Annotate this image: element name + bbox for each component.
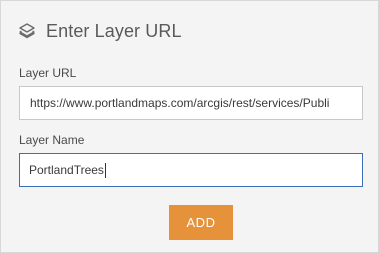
layer-name-value: PortlandTrees bbox=[29, 163, 104, 177]
layer-url-input[interactable]: https://www.portlandmaps.com/arcgis/rest… bbox=[19, 86, 363, 120]
layer-name-input[interactable]: PortlandTrees bbox=[19, 153, 363, 187]
panel-title: Enter Layer URL bbox=[46, 20, 182, 41]
panel-header: Enter Layer URL bbox=[18, 19, 182, 43]
text-caret bbox=[104, 163, 106, 179]
add-layer-panel: Enter Layer URL Layer URL https://www.po… bbox=[0, 0, 379, 253]
layer-url-value: https://www.portlandmaps.com/arcgis/rest… bbox=[30, 96, 330, 110]
layer-url-label: Layer URL bbox=[19, 66, 77, 80]
layers-icon bbox=[18, 22, 36, 40]
layer-name-label: Layer Name bbox=[19, 133, 85, 147]
add-button[interactable]: ADD bbox=[169, 205, 233, 240]
